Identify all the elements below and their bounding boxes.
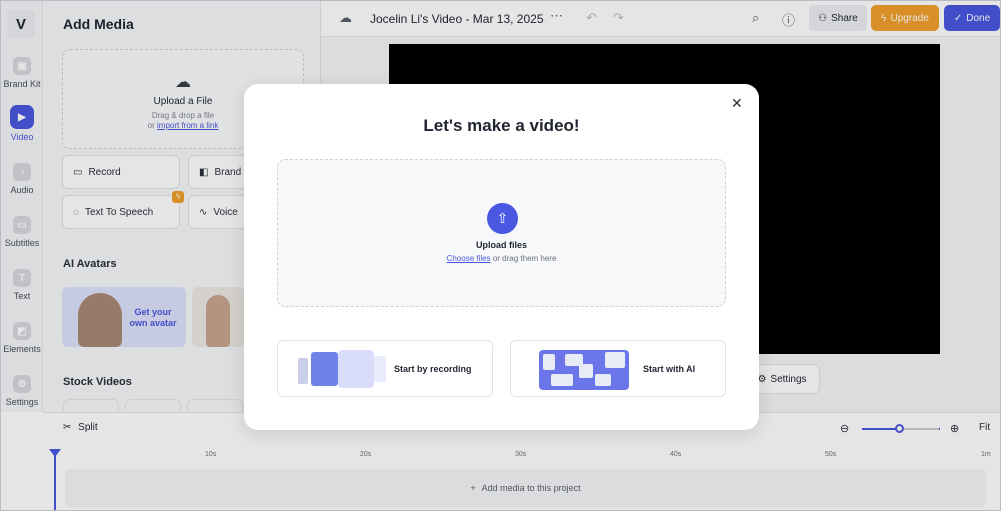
app-frame: V ▣ Brand Kit ▶ Video ♪ Audio ▭ Subtitle…	[0, 0, 1001, 511]
cloud-upload-icon: ⇧	[487, 203, 518, 234]
ai-thumbnail	[539, 350, 629, 390]
start-with-ai-option[interactable]: Start with AI	[510, 340, 726, 397]
close-icon[interactable]: ✕	[731, 95, 743, 112]
upload-files-title: Upload files	[475, 240, 527, 250]
upload-files-sub: Choose files or drag them here	[278, 254, 725, 263]
choose-files-link[interactable]: Choose files	[447, 254, 491, 263]
start-recording-option[interactable]: Start by recording	[277, 340, 493, 397]
create-video-modal: ✕ Let's make a video! ⇧ Upload files Cho…	[244, 84, 759, 430]
modal-title: Let's make a video!	[423, 116, 580, 135]
option-label: Start by recording	[394, 364, 472, 374]
option-label: Start with AI	[643, 364, 696, 374]
upload-files-dropzone[interactable]: ⇧ Upload files Choose files or drag them…	[277, 159, 726, 307]
upload-files-hint: or drag them here	[490, 254, 557, 263]
recording-thumbnail	[298, 350, 386, 388]
